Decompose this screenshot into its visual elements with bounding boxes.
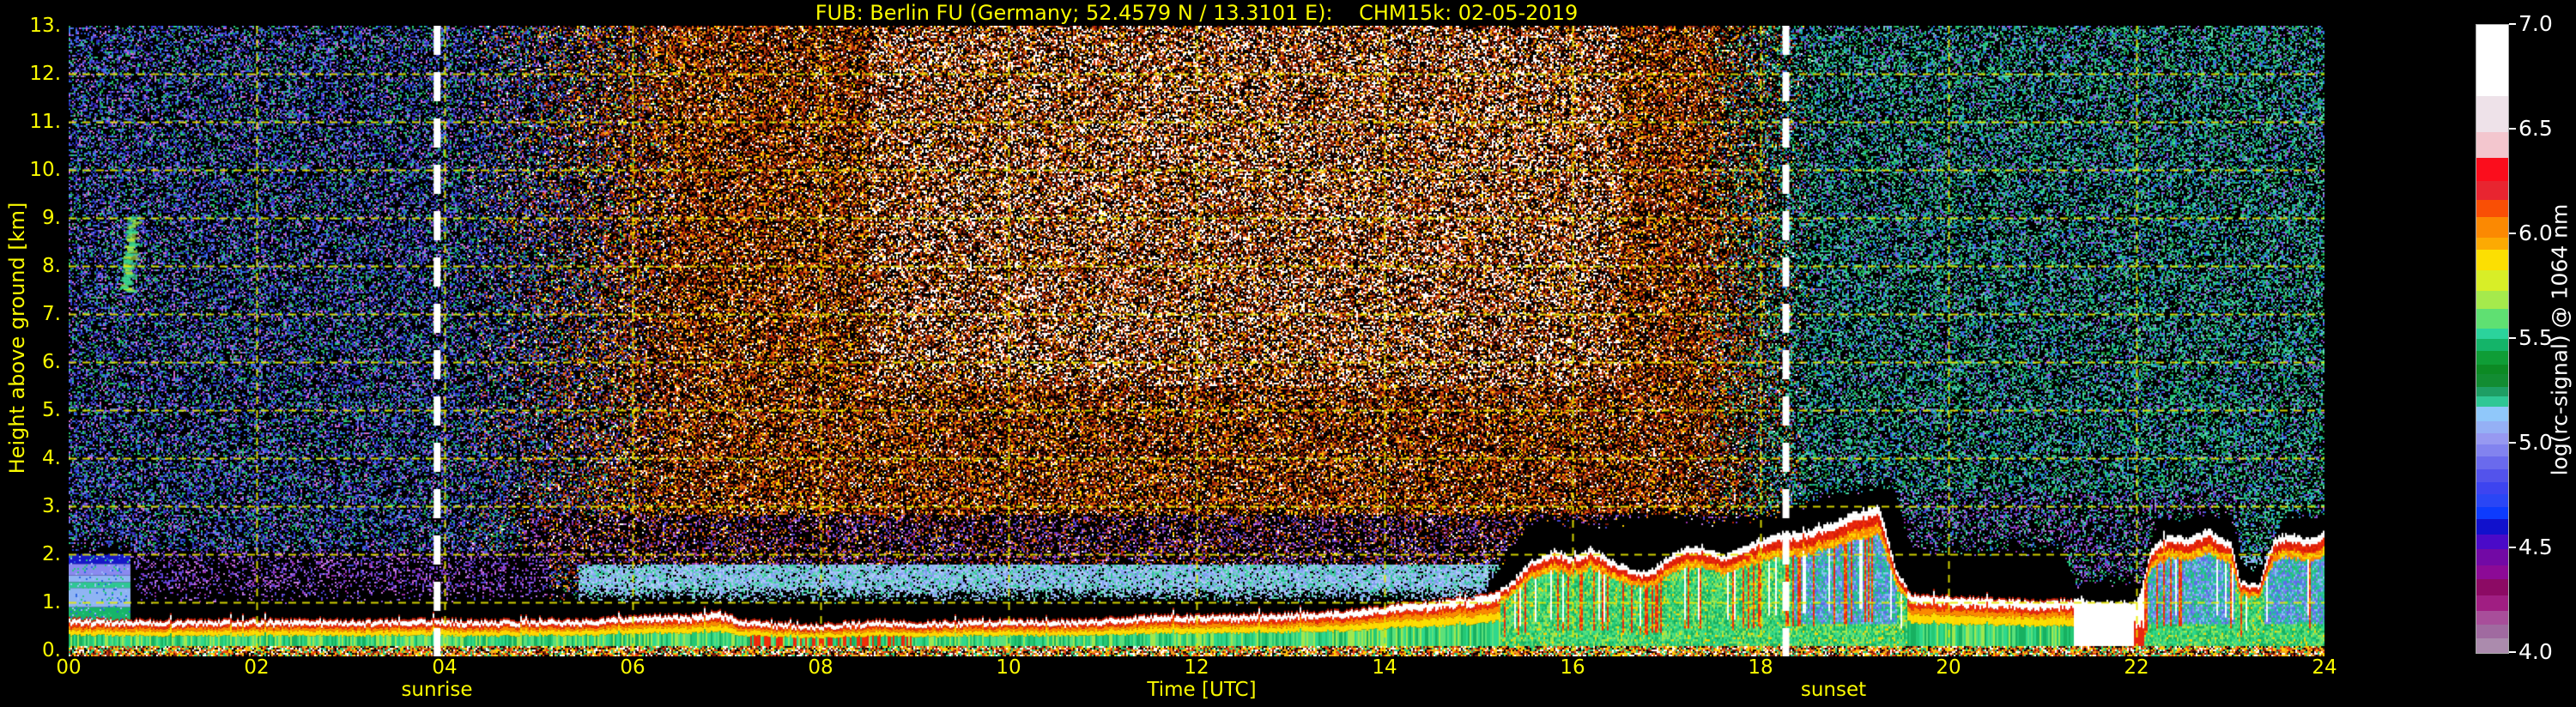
x-tick-label: 18 [1748, 656, 1773, 679]
colorbar-segment [2476, 444, 2508, 457]
colorbar-tick-mark [2509, 128, 2516, 130]
lidar-quicklook-page: FUB: Berlin FU (Germany; 52.4579 N / 13.… [0, 0, 2576, 707]
colorbar-segment [2476, 565, 2508, 580]
colorbar-segment [2476, 456, 2508, 469]
colorbar-segment [2476, 200, 2508, 217]
colorbar-segment [2476, 374, 2508, 387]
colorbar-segment [2476, 519, 2508, 535]
page-title: FUB: Berlin FU (Germany; 52.4579 N / 13.… [815, 1, 1579, 25]
colorbar-tick-mark [2509, 337, 2516, 339]
colorbar-segment [2476, 237, 2508, 251]
y-tick-label: 2. [42, 543, 61, 565]
colorbar-tick-mark [2509, 651, 2516, 653]
y-tick-label: 5. [42, 399, 61, 421]
colorbar-segment [2476, 468, 2508, 482]
y-tick-label: 6. [42, 351, 61, 373]
sunrise-label: sunrise [401, 679, 473, 701]
colorbar-tick-label: 4.5 [2518, 535, 2553, 559]
y-tick-label: 11. [29, 111, 61, 133]
colorbar-segment [2476, 25, 2508, 96]
colorbar-segment [2476, 250, 2508, 270]
colorbar-segment [2476, 420, 2508, 434]
colorbar-segment [2476, 291, 2508, 310]
colorbar-label: log(rc-signal) @ 1064 nm [2547, 203, 2573, 476]
colorbar-tick-label: 7.0 [2518, 11, 2553, 36]
colorbar-segment [2476, 328, 2508, 340]
colorbar-segment [2476, 433, 2508, 444]
x-tick-label: 22 [2124, 656, 2149, 679]
x-tick-label: 20 [1936, 656, 1961, 679]
x-tick-label: 04 [432, 656, 458, 679]
colorbar-segment [2476, 579, 2508, 595]
colorbar-segment [2476, 386, 2508, 397]
x-tick-label: 08 [808, 656, 833, 679]
colorbar-tick-label: 4.0 [2518, 639, 2553, 664]
colorbar-segment [2476, 180, 2508, 201]
x-tick-label: 02 [244, 656, 270, 679]
colorbar-segment [2476, 595, 2508, 612]
y-tick-label: 10. [29, 159, 61, 181]
x-tick-label: 12 [1184, 656, 1209, 679]
y-axis-label: Height above ground [km] [5, 202, 29, 474]
colorbar-segment [2476, 309, 2508, 329]
x-tick-label: 10 [996, 656, 1021, 679]
colorbar-segment [2476, 95, 2508, 133]
colorbar-segment [2476, 339, 2508, 351]
colorbar-segment [2476, 638, 2508, 653]
colorbar-segment [2476, 494, 2508, 507]
y-tick-label: 7. [42, 303, 61, 325]
x-tick-label: 16 [1560, 656, 1585, 679]
colorbar-segment [2476, 132, 2508, 158]
colorbar [2476, 24, 2509, 654]
sunset-label: sunset [1800, 679, 1867, 701]
colorbar-segment [2476, 624, 2508, 639]
y-tick-label: 12. [29, 63, 61, 85]
colorbar-segment [2476, 407, 2508, 421]
colorbar-segment [2476, 396, 2508, 408]
colorbar-tick-mark [2509, 233, 2516, 234]
x-tick-label: 06 [620, 656, 646, 679]
colorbar-segment [2476, 611, 2508, 625]
colorbar-segment [2476, 216, 2508, 238]
colorbar-segment [2476, 549, 2508, 565]
colorbar-segment [2476, 534, 2508, 550]
x-tick-label: 24 [2312, 656, 2337, 679]
y-tick-label: 9. [42, 207, 61, 229]
y-tick-label: 1. [42, 591, 61, 613]
colorbar-segment [2476, 506, 2508, 520]
y-tick-label: 4. [42, 447, 61, 469]
colorbar-tick-label: 6.5 [2518, 116, 2553, 141]
y-tick-label: 8. [42, 255, 61, 277]
y-tick-label: 3. [42, 495, 61, 517]
colorbar-tick-mark [2509, 442, 2516, 444]
colorbar-segment [2476, 269, 2508, 292]
x-tick-label: 14 [1372, 656, 1397, 679]
y-tick-label: 13. [29, 15, 61, 37]
colorbar-tick-mark [2509, 547, 2516, 548]
colorbar-segment [2476, 364, 2508, 375]
lidar-quicklook-canvas [69, 26, 2324, 656]
x-tick-label: 00 [56, 656, 82, 679]
colorbar-segment [2476, 157, 2508, 181]
colorbar-segment [2476, 351, 2508, 365]
colorbar-tick-mark [2509, 23, 2516, 25]
x-axis-label: Time [UTC] [1147, 679, 1257, 701]
colorbar-segment [2476, 481, 2508, 495]
